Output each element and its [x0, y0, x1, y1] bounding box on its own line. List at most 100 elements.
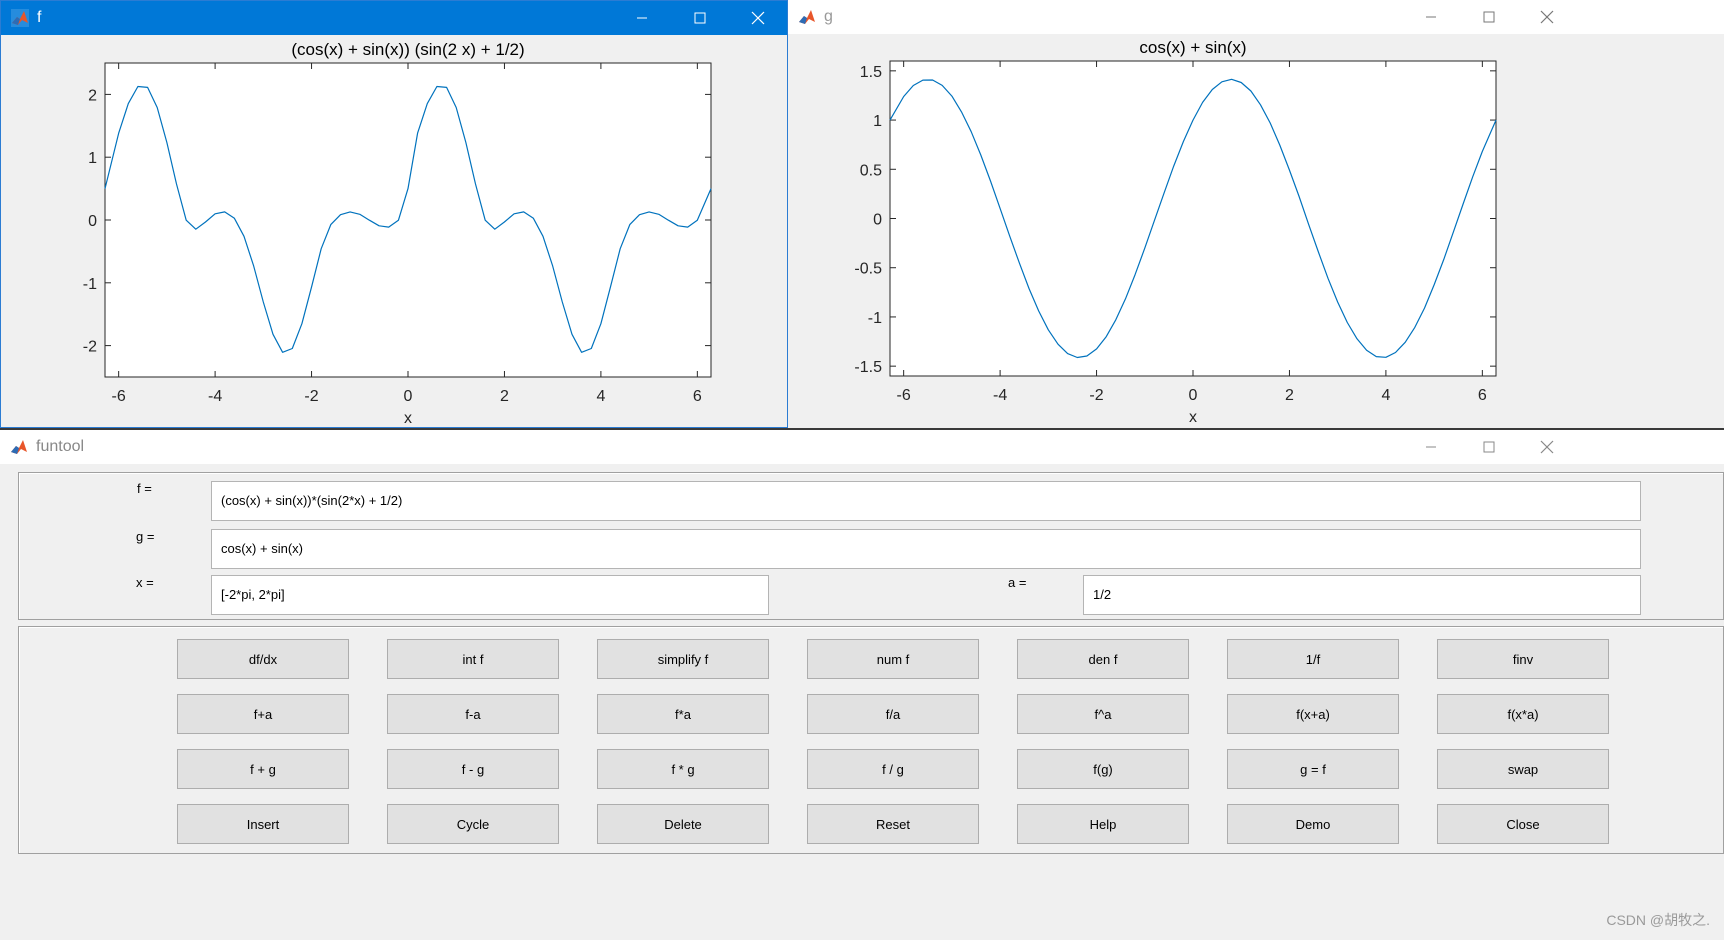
y-tick-label: 1	[88, 150, 97, 167]
axes-box	[104, 62, 712, 378]
funtool-button-0-1[interactable]: int f	[387, 639, 559, 679]
plot-title: (cos(x) + sin(x)) (sin(2 x) + 1/2)	[291, 40, 524, 59]
funtool-button-2-4[interactable]: f(g)	[1017, 749, 1189, 789]
funtool-button-0-5[interactable]: 1/f	[1227, 639, 1399, 679]
funtool-button-0-2[interactable]: simplify f	[597, 639, 769, 679]
x-tick-label: -6	[112, 388, 126, 405]
funtool-button-2-3[interactable]: f / g	[807, 749, 979, 789]
a-label: a =	[1008, 575, 1027, 590]
funtool-button-3-4[interactable]: Help	[1017, 804, 1189, 844]
y-tick-label: -1	[868, 310, 882, 327]
funtool-button-1-4[interactable]: f^a	[1017, 694, 1189, 734]
maximize-icon	[1483, 11, 1495, 23]
x-tick-label: -6	[897, 387, 911, 404]
y-tick-label: -0.5	[854, 261, 882, 278]
titlebar-g[interactable]: g	[788, 0, 1724, 34]
x-tick-label: 6	[693, 388, 702, 405]
y-tick-label: 1	[873, 113, 882, 130]
matlab-logo-icon	[11, 440, 27, 454]
minimize-icon	[1426, 446, 1436, 448]
funtool-window: funtool f = (cos(x) + sin(x))*(sin(2*x) …	[0, 430, 1724, 940]
f-label: f =	[137, 481, 152, 496]
titlebar-f[interactable]: f	[1, 1, 787, 35]
g-input[interactable]: cos(x) + sin(x)	[211, 529, 1641, 569]
plot-f-axes[interactable]: (cos(x) + sin(x)) (sin(2 x) + 1/2) -6 -4 -2…	[1, 35, 787, 427]
x-axis-label: x	[1189, 409, 1197, 426]
f-input[interactable]: (cos(x) + sin(x))*(sin(2*x) + 1/2)	[211, 481, 1641, 521]
minimize-button[interactable]	[1402, 0, 1460, 34]
matlab-logo-icon	[11, 9, 29, 27]
maximize-button[interactable]	[1460, 0, 1518, 34]
close-icon	[1540, 10, 1554, 24]
watermark: CSDN @胡牧之.	[1606, 912, 1710, 928]
minimize-icon	[637, 17, 647, 19]
x-tick-label: 0	[1189, 387, 1198, 404]
funtool-button-1-6[interactable]: f(x*a)	[1437, 694, 1609, 734]
funtool-button-0-3[interactable]: num f	[807, 639, 979, 679]
funtool-button-2-0[interactable]: f + g	[177, 749, 349, 789]
funtool-button-3-6[interactable]: Close	[1437, 804, 1609, 844]
funtool-button-3-1[interactable]: Cycle	[387, 804, 559, 844]
funtool-button-0-4[interactable]: den f	[1017, 639, 1189, 679]
close-button[interactable]	[1518, 0, 1576, 34]
y-tick-label: 1.5	[860, 64, 882, 81]
x-tick-label: 2	[1285, 387, 1294, 404]
funtool-button-1-2[interactable]: f*a	[597, 694, 769, 734]
funtool-button-1-0[interactable]: f+a	[177, 694, 349, 734]
y-tick-label: 0	[88, 213, 97, 230]
funtool-button-2-1[interactable]: f - g	[387, 749, 559, 789]
funtool-button-3-2[interactable]: Delete	[597, 804, 769, 844]
funtool-button-3-0[interactable]: Insert	[177, 804, 349, 844]
funtool-button-3-3[interactable]: Reset	[807, 804, 979, 844]
y-tick-label: 0	[873, 212, 882, 229]
funtool-button-2-2[interactable]: f * g	[597, 749, 769, 789]
minimize-button[interactable]	[613, 1, 671, 35]
x-tick-label: -4	[993, 387, 1007, 404]
axes-box	[889, 60, 1497, 377]
close-button[interactable]	[1518, 430, 1576, 464]
figure-window-f: f (cos(x) + sin(x)) (sin(2 x) + 1/2) -6 -4…	[0, 0, 788, 428]
funtool-button-1-3[interactable]: f/a	[807, 694, 979, 734]
y-tick-label: 2	[88, 87, 97, 104]
matlab-logo-icon	[799, 10, 815, 24]
x-tick-label: -2	[304, 388, 318, 405]
y-tick-label: 0.5	[860, 162, 882, 179]
x-label: x =	[136, 575, 154, 590]
maximize-icon	[694, 12, 706, 24]
maximize-icon	[1483, 441, 1495, 453]
x-tick-label: 2	[500, 388, 509, 405]
funtool-button-1-1[interactable]: f-a	[387, 694, 559, 734]
window-title: f	[37, 9, 42, 26]
close-button[interactable]	[729, 1, 787, 35]
window-title: g	[824, 8, 833, 25]
window-title: funtool	[36, 438, 85, 455]
maximize-button[interactable]	[671, 1, 729, 35]
x-tick-label: -4	[208, 388, 222, 405]
funtool-button-3-5[interactable]: Demo	[1227, 804, 1399, 844]
plot-title: cos(x) + sin(x)	[1139, 38, 1246, 57]
x-axis-label: x	[404, 410, 412, 427]
g-label: g =	[136, 529, 155, 544]
maximize-button[interactable]	[1460, 430, 1518, 464]
x-input[interactable]: [-2*pi, 2*pi]	[211, 575, 769, 615]
funtool-button-2-5[interactable]: g = f	[1227, 749, 1399, 789]
y-tick-label: -2	[83, 339, 97, 356]
close-icon	[1540, 440, 1554, 454]
close-icon	[751, 11, 765, 25]
a-input[interactable]: 1/2	[1083, 575, 1641, 615]
minimize-button[interactable]	[1402, 430, 1460, 464]
y-tick-label: -1	[83, 276, 97, 293]
x-tick-label: 6	[1478, 387, 1487, 404]
x-tick-label: -2	[1089, 387, 1103, 404]
funtool-button-0-0[interactable]: df/dx	[177, 639, 349, 679]
x-tick-label: 4	[596, 388, 605, 405]
funtool-button-1-5[interactable]: f(x+a)	[1227, 694, 1399, 734]
funtool-button-0-6[interactable]: finv	[1437, 639, 1609, 679]
plot-g-axes[interactable]: cos(x) + sin(x) -6 -4 -2 0 2 4 6 1.5 1 0.5 0 -0.5 -1 -…	[788, 34, 1724, 426]
funtool-button-2-6[interactable]: swap	[1437, 749, 1609, 789]
x-tick-label: 0	[404, 388, 413, 405]
button-panel: df/dx int f simplify f num f den f 1/f finv f+a…	[18, 626, 1724, 854]
minimize-icon	[1426, 16, 1436, 18]
titlebar-funtool[interactable]: funtool	[0, 430, 1724, 464]
y-tick-label: -1.5	[854, 359, 882, 376]
